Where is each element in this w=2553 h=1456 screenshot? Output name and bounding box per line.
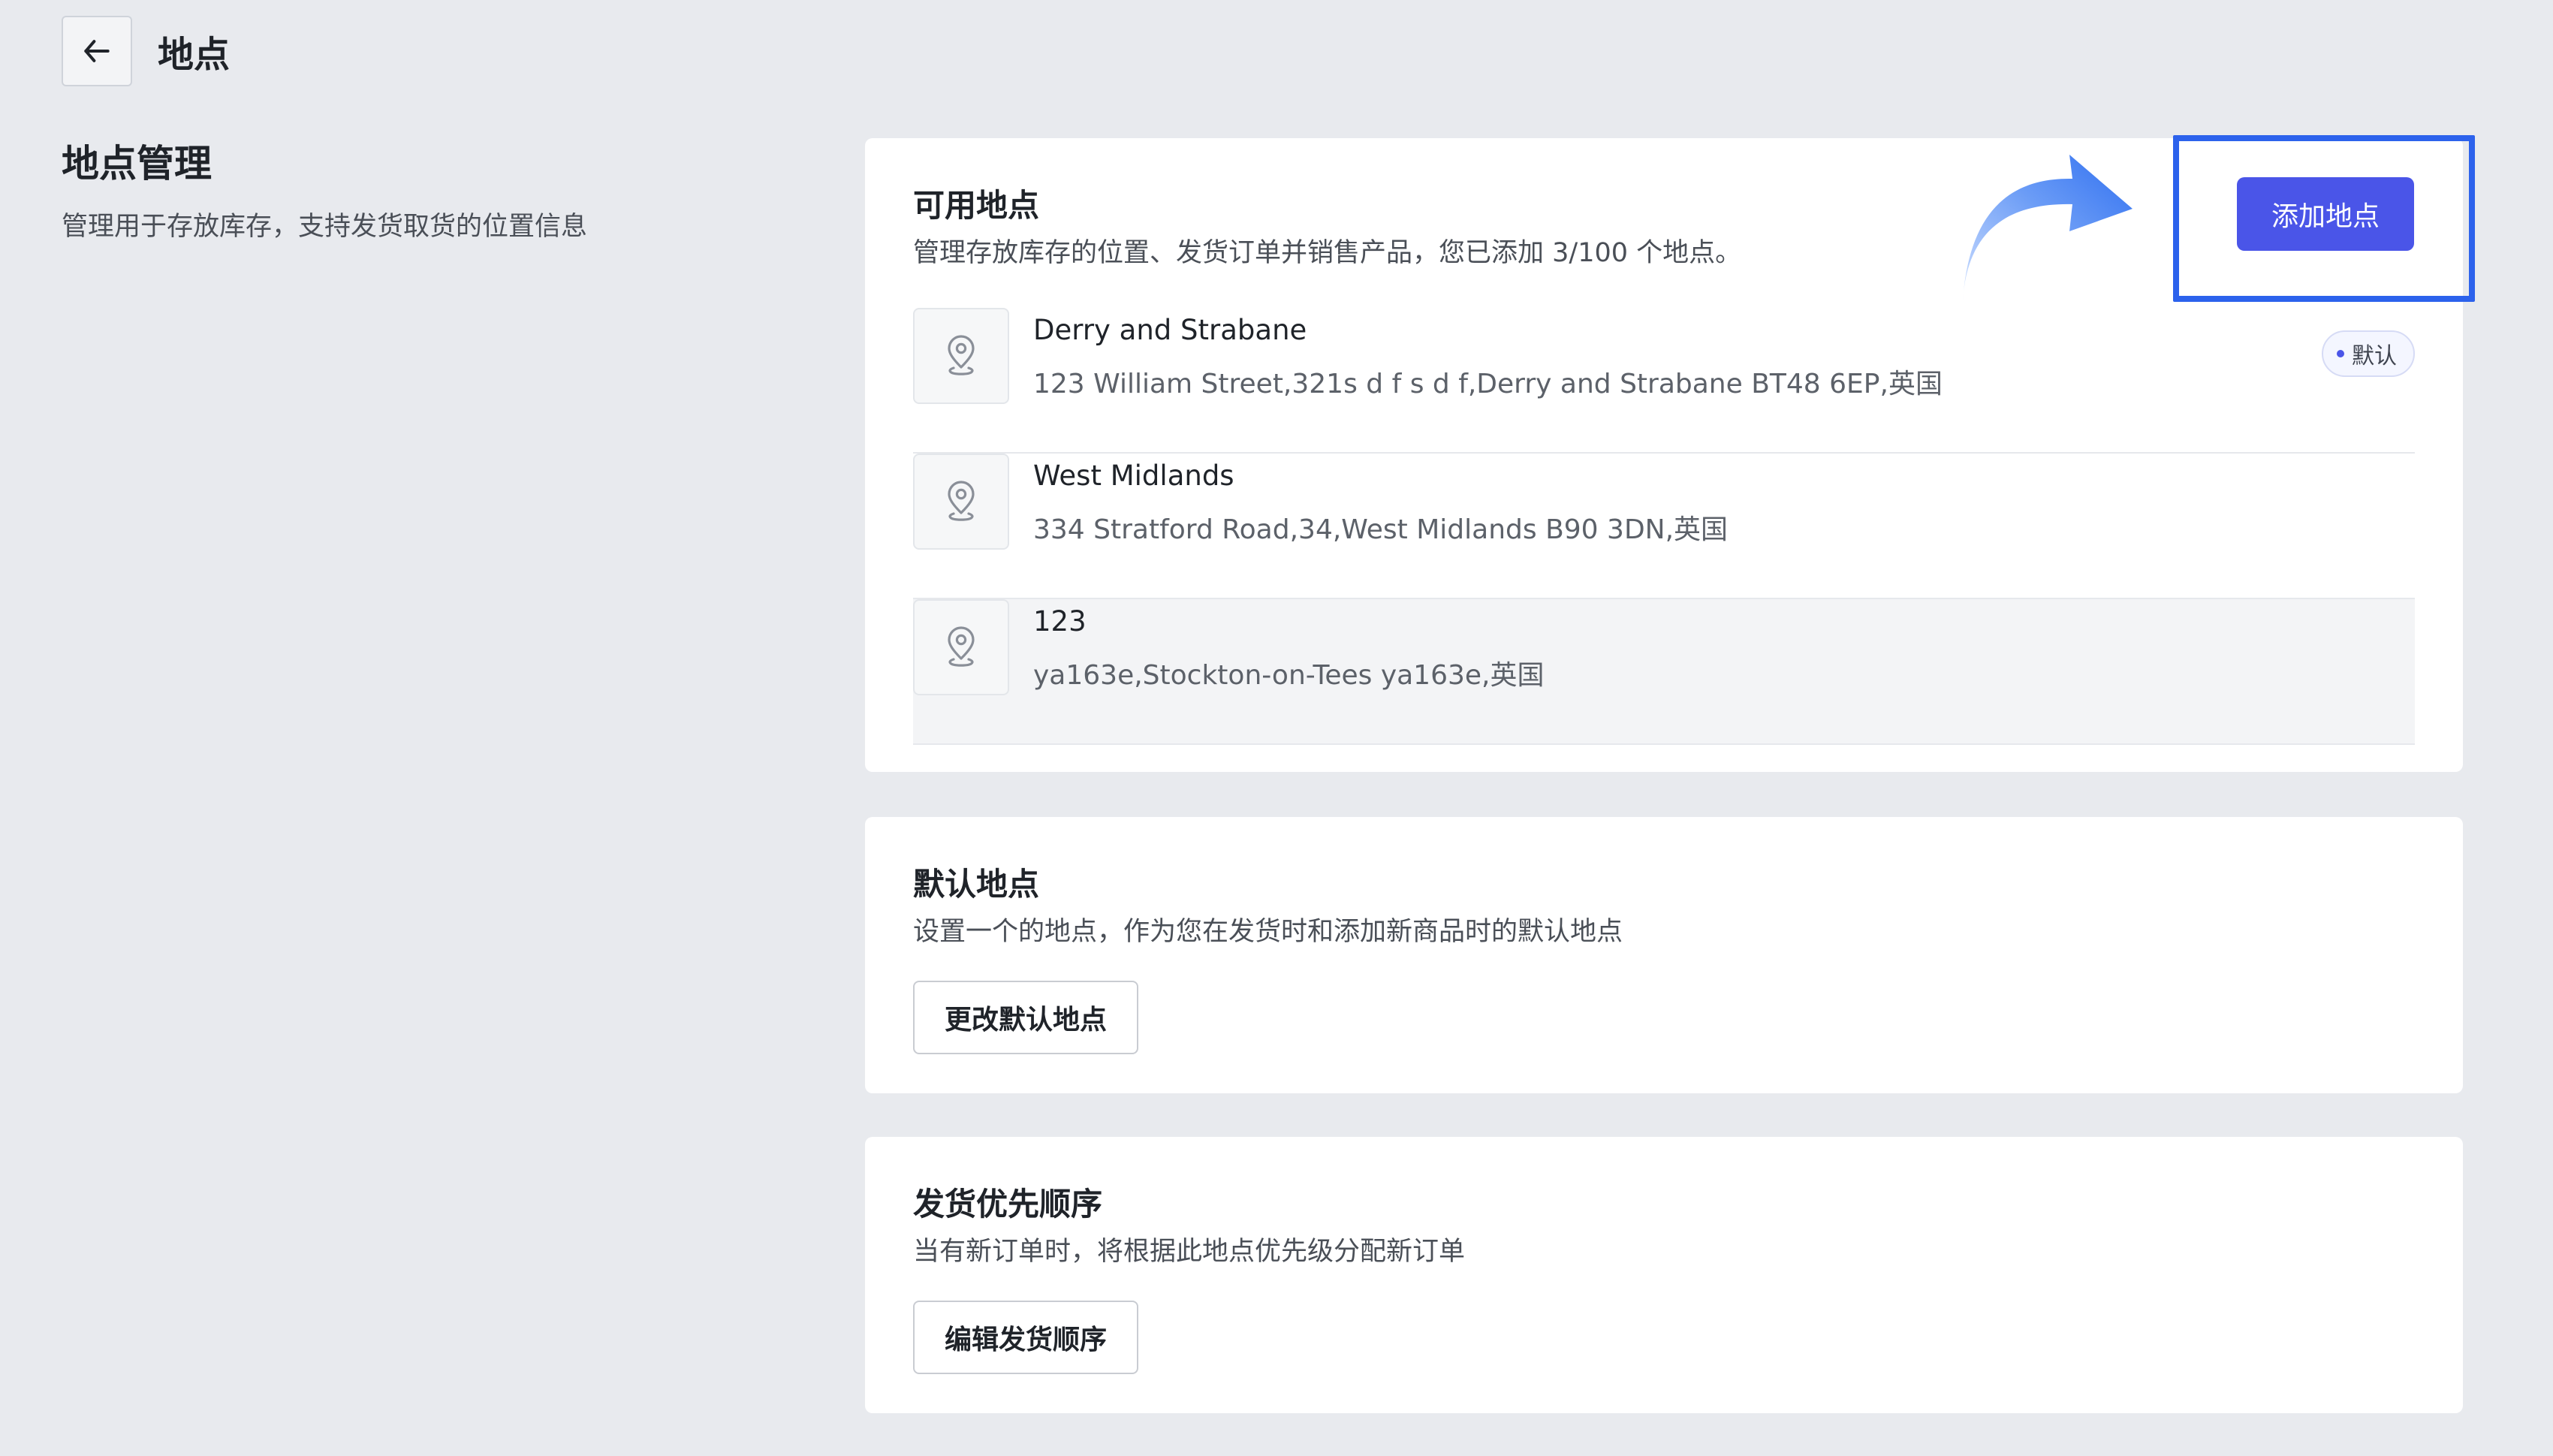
highlight-box xyxy=(2173,135,2475,302)
curved-arrow-icon xyxy=(1960,150,2140,308)
page-title: 地点 xyxy=(158,34,231,76)
location-list: Derry and Strabane 123 William Street,32… xyxy=(913,308,2415,745)
location-address: ya163e,Stockton-on-Tees ya163e,英国 xyxy=(1033,660,1545,691)
edit-shipping-order-button[interactable]: 编辑发货顺序 xyxy=(913,1301,1139,1374)
back-button[interactable] xyxy=(62,16,132,86)
default-location-title: 默认地点 xyxy=(913,866,1040,903)
location-row[interactable]: Derry and Strabane 123 William Street,32… xyxy=(913,308,2415,454)
badge-dot-icon xyxy=(2337,350,2344,357)
map-pin-icon xyxy=(948,335,975,375)
default-location-description: 设置一个的地点，作为您在发货时和添加新商品时的默认地点 xyxy=(913,917,1623,947)
available-locations-title: 可用地点 xyxy=(913,187,1040,224)
location-icon-box xyxy=(913,308,1009,404)
location-address: 123 William Street,321s d f s d f,Derry … xyxy=(1033,369,1943,399)
change-default-location-button[interactable]: 更改默认地点 xyxy=(913,981,1139,1054)
location-name: 123 xyxy=(1033,605,1087,638)
location-icon-box xyxy=(913,599,1009,695)
location-row[interactable]: West Midlands 334 Stratford Road,34,West… xyxy=(913,454,2415,599)
default-location-card: 默认地点 设置一个的地点，作为您在发货时和添加新商品时的默认地点 更改默认地点 xyxy=(865,817,2463,1093)
location-address: 334 Stratford Road,34,West Midlands B90 … xyxy=(1033,514,1729,545)
shipping-priority-title: 发货优先顺序 xyxy=(913,1186,1103,1222)
map-pin-icon xyxy=(948,626,975,667)
location-icon-box xyxy=(913,454,1009,550)
shipping-priority-description: 当有新订单时，将根据此地点优先级分配新订单 xyxy=(913,1237,1466,1267)
map-pin-icon xyxy=(948,481,975,521)
default-badge-label: 默认 xyxy=(2352,343,2397,369)
location-name: Derry and Strabane xyxy=(1033,314,1307,346)
arrow-left-icon xyxy=(84,40,110,62)
available-locations-description: 管理存放库存的位置、发货订单并销售产品，您已添加 3/100 个地点。 xyxy=(913,238,1742,268)
location-row[interactable]: 123 ya163e,Stockton-on-Tees ya163e,英国 xyxy=(913,599,2415,745)
top-bar: 地点 xyxy=(62,15,230,87)
intro-description: 管理用于存放库存，支持发货取货的位置信息 xyxy=(62,212,588,242)
shipping-priority-card: 发货优先顺序 当有新订单时，将根据此地点优先级分配新订单 编辑发货顺序 xyxy=(865,1137,2463,1413)
location-name: West Midlands xyxy=(1033,460,1234,492)
page: 地点 地点管理 管理用于存放库存，支持发货取货的位置信息 可用地点 管理存放库存… xyxy=(0,0,2553,1456)
intro-section: 地点管理 管理用于存放库存，支持发货取货的位置信息 xyxy=(62,137,737,246)
intro-title: 地点管理 xyxy=(62,142,212,185)
default-badge: 默认 xyxy=(2322,330,2415,377)
